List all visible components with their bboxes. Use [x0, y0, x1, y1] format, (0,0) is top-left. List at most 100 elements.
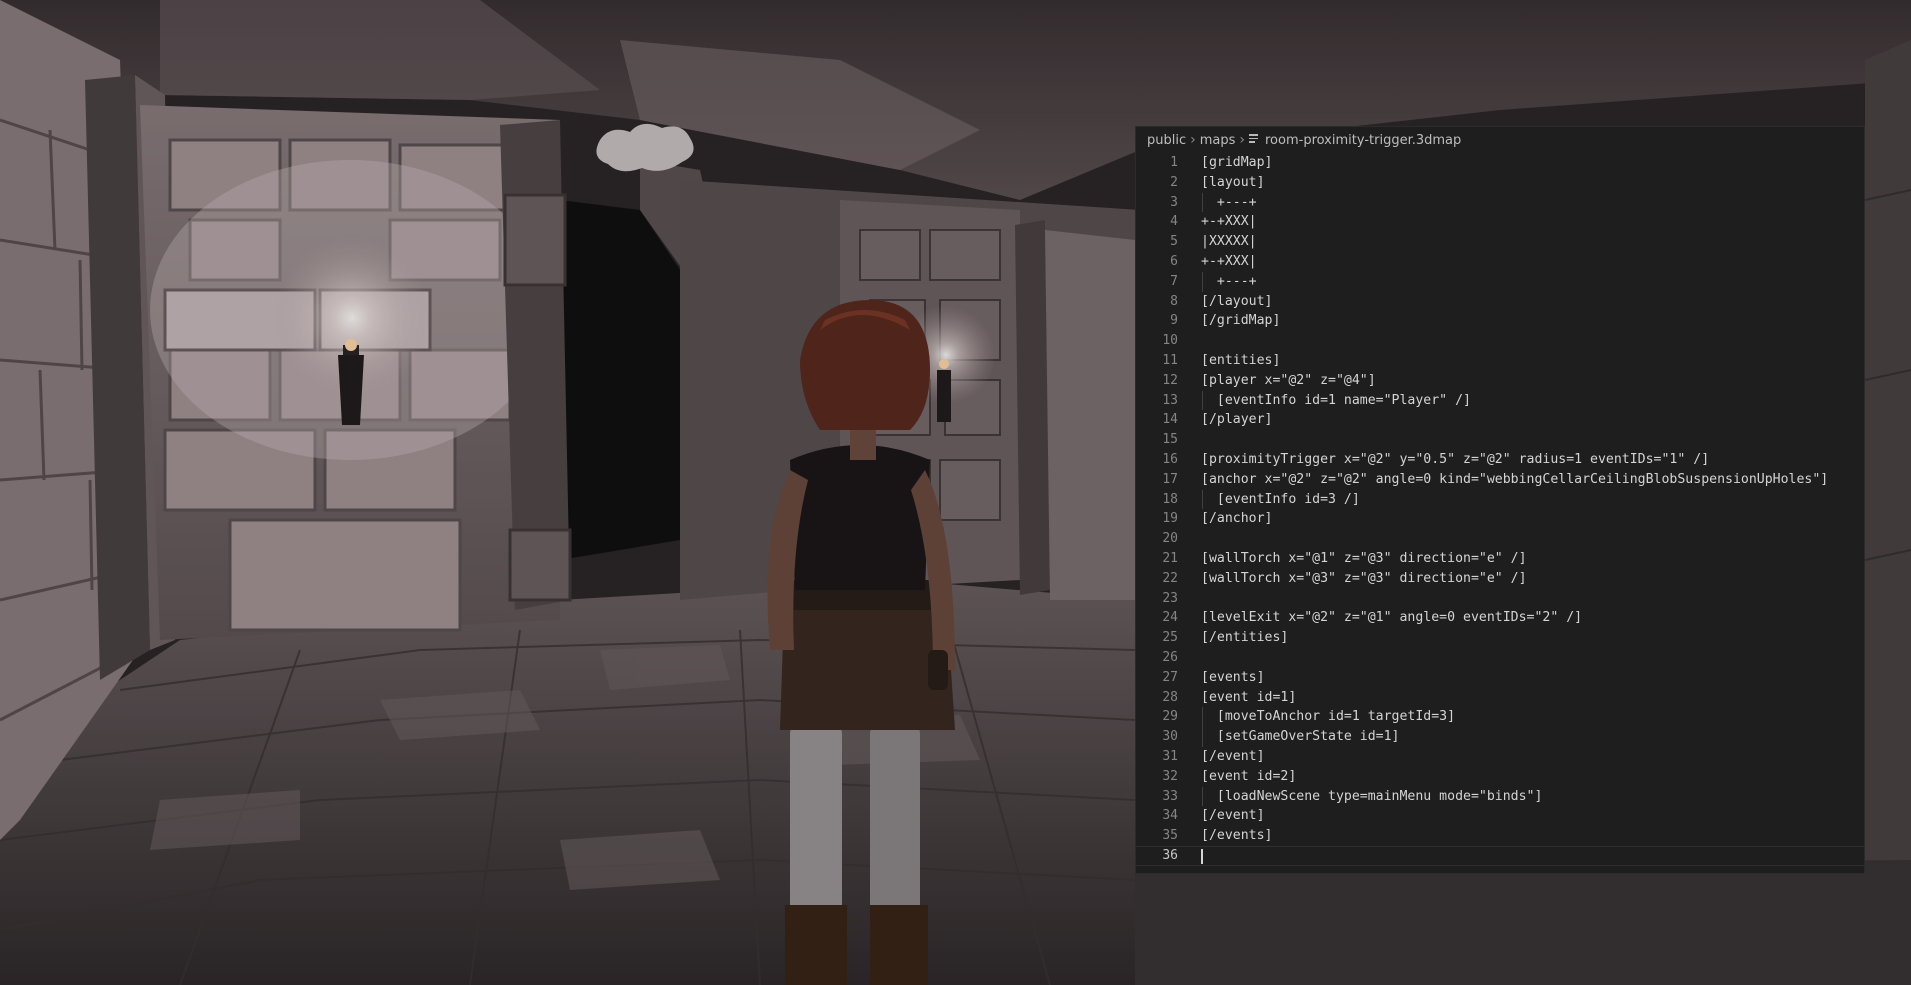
code-line[interactable]: 8 [/layout] [1136, 292, 1864, 312]
line-number: 23 [1162, 590, 1178, 606]
code-line[interactable]: 26 [1136, 648, 1864, 668]
line-number: 29 [1162, 709, 1178, 725]
line-number: 24 [1162, 610, 1178, 626]
line-number: 1 [1170, 155, 1178, 170]
line-number: 35 [1162, 828, 1178, 844]
code-line[interactable]: 19 [/anchor] [1136, 509, 1864, 529]
line-text: [anchor x="@2" z="@2" angle=0 kind="webb… [1201, 471, 1829, 487]
code-line[interactable]: 18 [eventInfo id=3 /] [1136, 489, 1864, 510]
code-line[interactable]: 7 +---+ [1136, 271, 1864, 292]
line-text: [event id=2] [1201, 768, 1297, 784]
line-number: 4 [1170, 214, 1178, 230]
line-text: [/gridMap] [1201, 313, 1281, 329]
code-line[interactable]: 33 [loadNewScene type=mainMenu mode="bin… [1136, 786, 1864, 807]
line-number: 21 [1162, 550, 1178, 566]
breadcrumb-item-file[interactable]: room-proximity-trigger.3dmap [1265, 133, 1461, 148]
line-text: [proximityTrigger x="@2" y="0.5" z="@2" … [1201, 451, 1710, 467]
code-line[interactable]: 20 [1136, 529, 1864, 549]
code-line[interactable]: 30 [setGameOverState id=1] [1136, 727, 1864, 747]
line-text: [/player] [1201, 412, 1273, 428]
line-number: 25 [1162, 630, 1178, 646]
line-number: 31 [1162, 748, 1178, 764]
line-text: [wallTorch x="@3" z="@3" direction="e" /… [1201, 570, 1527, 586]
line-text: [entities] [1201, 352, 1281, 368]
code-line[interactable]: 11 [entities] [1136, 351, 1864, 371]
code-line[interactable]: 5 |XXXXX| [1136, 232, 1864, 252]
line-text: [/event] [1201, 748, 1265, 764]
code-line[interactable]: 14 [/player] [1136, 410, 1864, 430]
line-text: [event id=1] [1201, 689, 1297, 705]
code-line[interactable]: 27 [events] [1136, 668, 1864, 688]
line-number: 3 [1170, 194, 1178, 210]
line-text: [player x="@2" z="@4"] [1201, 372, 1376, 388]
code-line[interactable]: 6 +-+XXX| [1136, 252, 1864, 272]
code-line[interactable]: 15 [1136, 430, 1864, 450]
line-text: [layout] [1201, 174, 1265, 190]
line-number: 10 [1162, 333, 1178, 349]
line-number: 11 [1162, 352, 1178, 368]
code-line[interactable]: 36 [1136, 845, 1864, 866]
code-line[interactable]: 17 [anchor x="@2" z="@2" angle=0 kind="we… [1136, 470, 1864, 490]
code-line[interactable]: 13 [eventInfo id=1 name="Player" /] [1136, 390, 1864, 411]
code-line[interactable]: 28 [event id=1] [1136, 688, 1864, 708]
text-cursor [1201, 848, 1203, 864]
line-text: [/entities] [1201, 630, 1289, 646]
code-line[interactable]: 1 [gridMap] [1136, 153, 1864, 173]
code-line[interactable]: 23 [1136, 589, 1864, 609]
line-text: [gridMap] [1201, 155, 1273, 170]
code-line[interactable]: 29 [moveToAnchor id=1 targetId=3] [1136, 707, 1864, 728]
line-number: 22 [1162, 570, 1178, 586]
code-line[interactable]: 22 [wallTorch x="@3" z="@3" direction="e"… [1136, 569, 1864, 589]
code-line[interactable]: 32 [event id=2] [1136, 767, 1864, 787]
line-text: [moveToAnchor id=1 targetId=3] [1201, 709, 1456, 725]
breadcrumb: public › maps › room-proximity-trigger.3… [1136, 127, 1864, 153]
line-text: [/layout] [1201, 293, 1273, 309]
line-text: [eventInfo id=3 /] [1201, 491, 1360, 507]
line-text: [/events] [1201, 828, 1273, 844]
line-number: 27 [1162, 669, 1178, 685]
line-text: [setGameOverState id=1] [1201, 729, 1400, 745]
file-lines-icon [1249, 134, 1259, 144]
line-number: 5 [1170, 234, 1178, 250]
line-text: +-+XXX| [1201, 214, 1257, 230]
code-line[interactable]: 25 [/entities] [1136, 628, 1864, 648]
code-line[interactable]: 35 [/events] [1136, 826, 1864, 846]
line-number: 15 [1162, 432, 1178, 448]
code-line[interactable]: 3 +---+ [1136, 192, 1864, 213]
chevron-right-icon: › [1190, 132, 1196, 148]
code-line[interactable]: 4 +-+XXX| [1136, 212, 1864, 232]
breadcrumb-item-maps[interactable]: maps [1200, 133, 1236, 148]
line-number: 26 [1162, 649, 1178, 665]
code-line[interactable]: 12 [player x="@2" z="@4"] [1136, 371, 1864, 391]
line-text: [eventInfo id=1 name="Player" /] [1201, 392, 1471, 408]
line-number: 20 [1162, 531, 1178, 547]
line-number: 18 [1162, 491, 1178, 507]
line-number: 32 [1162, 768, 1178, 784]
line-number: 16 [1162, 451, 1178, 467]
code-line[interactable]: 16 [proximityTrigger x="@2" y="0.5" z="@2… [1136, 450, 1864, 470]
line-text: [events] [1201, 669, 1265, 685]
line-text: [/event] [1201, 808, 1265, 824]
code-line[interactable]: 2 [layout] [1136, 173, 1864, 193]
breadcrumb-item-public[interactable]: public [1147, 133, 1186, 148]
code-line[interactable]: 9 [/gridMap] [1136, 311, 1864, 331]
line-number: 33 [1162, 788, 1178, 804]
code-editor-panel[interactable]: public › maps › room-proximity-trigger.3… [1135, 126, 1865, 874]
line-number: 8 [1170, 293, 1178, 309]
line-number: 30 [1162, 729, 1178, 745]
line-number: 6 [1170, 253, 1178, 269]
line-number: 7 [1170, 273, 1178, 289]
code-line[interactable]: 31 [/event] [1136, 747, 1864, 767]
line-number: 2 [1170, 174, 1178, 190]
line-text: [/anchor] [1201, 511, 1273, 527]
code-area[interactable]: 1 [gridMap] 2 [layout] 3 +---+ 4 +-+XXX| 5 |XXXX… [1136, 153, 1864, 873]
code-line[interactable]: 21 [wallTorch x="@1" z="@3" direction="e"… [1136, 549, 1864, 569]
line-text: [wallTorch x="@1" z="@3" direction="e" /… [1201, 550, 1527, 566]
code-line[interactable]: 24 [levelExit x="@2" z="@1" angle=0 event… [1136, 608, 1864, 628]
code-line[interactable]: 34 [/event] [1136, 806, 1864, 826]
code-line[interactable]: 10 [1136, 331, 1864, 351]
line-number: 34 [1162, 808, 1178, 824]
line-number: 14 [1162, 412, 1178, 428]
line-number: 28 [1162, 689, 1178, 705]
chevron-right-icon: › [1239, 132, 1245, 148]
